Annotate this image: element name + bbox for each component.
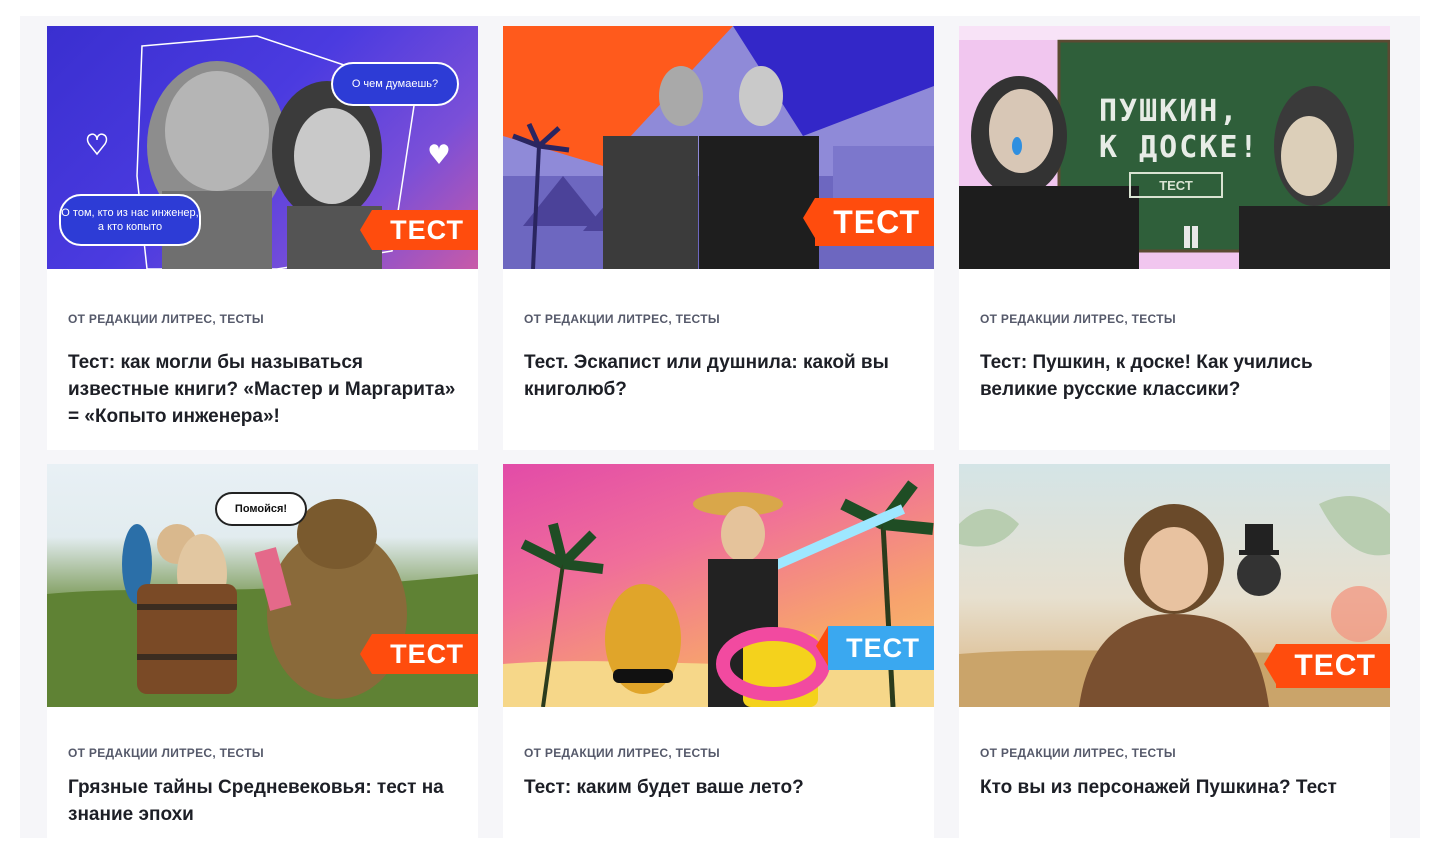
article-card[interactable]: ТЕСТ ОТ РЕДАКЦИИ ЛИТРЕС, ТЕСТЫ Тест: как…: [503, 464, 934, 838]
test-badge: ТЕСТ: [360, 210, 478, 250]
article-title[interactable]: Тест: как могли бы называться известные …: [68, 349, 463, 430]
articles-grid: О чем думаешь? О том, кто из нас инженер…: [20, 16, 1420, 838]
speech-bubble-top: О чем думаешь?: [331, 62, 459, 106]
test-badge: ТЕСТ: [803, 198, 934, 246]
board-headline: ПУШКИН,: [1099, 94, 1240, 129]
article-title[interactable]: Тест: каким будет ваше лето?: [524, 774, 919, 801]
article-cover-image[interactable]: О чем думаешь? О том, кто из нас инженер…: [47, 26, 478, 269]
article-card[interactable]: ПУШКИН, К ДОСКЕ! ТЕСТ ОТ РЕДАКЦИИ ЛИТРЕС…: [959, 26, 1390, 450]
speech-bubble-bottom: О том, кто из нас инженер, а кто копыто: [59, 194, 201, 246]
article-cover-image[interactable]: ТЕСТ: [503, 26, 934, 269]
article-card[interactable]: Помойся! ТЕСТ ОТ РЕДАКЦИИ ЛИТРЕС, ТЕСТЫ …: [47, 464, 478, 838]
article-cover-image[interactable]: ПУШКИН, К ДОСКЕ! ТЕСТ: [959, 26, 1390, 269]
article-card[interactable]: ТЕСТ ОТ РЕДАКЦИИ ЛИТРЕС, ТЕСТЫ Кто вы из…: [959, 464, 1390, 838]
article-cover-image[interactable]: ТЕСТ: [503, 464, 934, 707]
test-badge: ТЕСТ: [816, 626, 934, 670]
article-title[interactable]: Грязные тайны Средневековья: тест на зна…: [68, 774, 463, 828]
article-category: ОТ РЕДАКЦИИ ЛИТРЕС, ТЕСТЫ: [68, 746, 264, 760]
board-headline: К ДОСКЕ!: [1099, 130, 1260, 165]
article-category: ОТ РЕДАКЦИИ ЛИТРЕС, ТЕСТЫ: [524, 746, 720, 760]
board-stamp: ТЕСТ: [1129, 172, 1223, 198]
article-title[interactable]: Кто вы из персонажей Пушкина? Тест: [980, 774, 1375, 801]
article-cover-image[interactable]: ТЕСТ: [959, 464, 1390, 707]
article-category: ОТ РЕДАКЦИИ ЛИТРЕС, ТЕСТЫ: [980, 746, 1176, 760]
article-card[interactable]: О чем думаешь? О том, кто из нас инженер…: [47, 26, 478, 450]
article-category: ОТ РЕДАКЦИИ ЛИТРЕС, ТЕСТЫ: [524, 312, 720, 326]
test-badge: ТЕСТ: [1264, 644, 1390, 688]
test-badge: ТЕСТ: [360, 634, 478, 674]
article-title[interactable]: Тест. Эскапист или душнила: какой вы кни…: [524, 349, 919, 403]
article-title[interactable]: Тест: Пушкин, к доске! Как учились велик…: [980, 349, 1375, 403]
article-category: ОТ РЕДАКЦИИ ЛИТРЕС, ТЕСТЫ: [68, 312, 264, 326]
article-category: ОТ РЕДАКЦИИ ЛИТРЕС, ТЕСТЫ: [980, 312, 1176, 326]
article-cover-image[interactable]: Помойся! ТЕСТ: [47, 464, 478, 707]
speech-bubble: Помойся!: [215, 492, 307, 526]
article-card[interactable]: ТЕСТ ОТ РЕДАКЦИИ ЛИТРЕС, ТЕСТЫ Тест. Эск…: [503, 26, 934, 450]
